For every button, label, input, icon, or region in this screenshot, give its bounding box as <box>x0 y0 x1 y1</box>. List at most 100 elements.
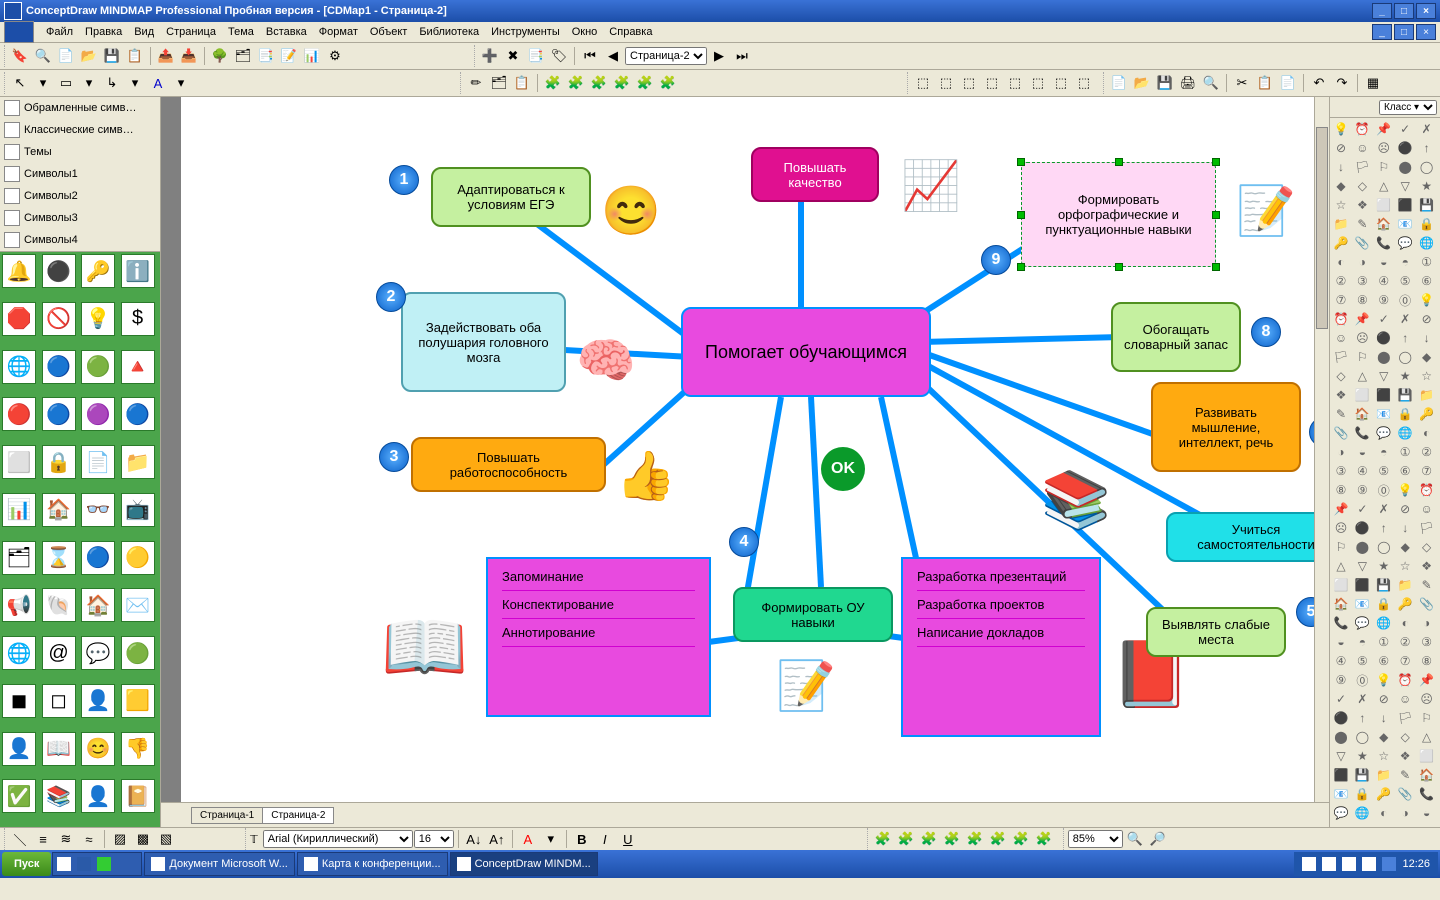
tb-save-icon[interactable]: 💾 <box>101 45 123 67</box>
tb2-b2-icon[interactable]: 🧩 <box>565 72 587 94</box>
node-9[interactable]: Формировать орфографические и пунктуацио… <box>1021 162 1216 267</box>
mini-icon[interactable]: ☺ <box>1353 139 1371 157</box>
tool-dropdown2-icon[interactable]: ▾ <box>78 72 100 94</box>
mini-icon[interactable]: 📌 <box>1353 310 1371 328</box>
bt-line1-icon[interactable]: ＼ <box>9 828 31 850</box>
mini-icon[interactable]: ◆ <box>1332 177 1350 195</box>
symbol-cell[interactable]: 📄 <box>81 445 115 479</box>
mini-icon[interactable]: ◇ <box>1332 367 1350 385</box>
tb2-align1-icon[interactable]: ⬚ <box>912 72 934 94</box>
mini-icon[interactable]: ② <box>1418 443 1436 461</box>
symbol-cell[interactable]: 🔵 <box>81 541 115 575</box>
symbol-cell[interactable]: 👤 <box>81 684 115 718</box>
tb-tree1-icon[interactable]: 🌳 <box>209 45 231 67</box>
node-center[interactable]: Помогает обучающимся <box>681 307 931 397</box>
mini-icon[interactable]: 📌 <box>1375 120 1393 138</box>
mini-icon[interactable]: ⑦ <box>1396 652 1414 670</box>
mini-icon[interactable]: 🌐 <box>1375 614 1393 632</box>
symbol-cell[interactable]: 🌐 <box>2 350 36 384</box>
tb-receive-icon[interactable]: 📥 <box>178 45 200 67</box>
mini-icon[interactable]: ⑤ <box>1375 462 1393 480</box>
node-7[interactable]: Развивать мышление, интеллект, речь <box>1151 382 1301 472</box>
minimize-button[interactable]: _ <box>1372 3 1392 19</box>
mini-icon[interactable]: ↑ <box>1396 329 1414 347</box>
bt-underline-icon[interactable]: U <box>617 828 639 850</box>
symbol-cell[interactable]: 🗂 <box>2 541 36 575</box>
mini-icon[interactable]: ◑ <box>1353 253 1371 271</box>
symbol-cell[interactable]: 🔵 <box>42 350 76 384</box>
tb2-undo-icon[interactable]: ↶ <box>1308 72 1330 94</box>
mini-icon[interactable]: ★ <box>1375 557 1393 575</box>
bt-g2-icon[interactable]: 🧩 <box>895 828 917 850</box>
symbol-cell[interactable]: 🔵 <box>42 397 76 431</box>
tray-icon-3[interactable] <box>1342 857 1356 871</box>
symbol-cell[interactable]: 👤 <box>2 732 36 766</box>
mini-icon[interactable]: ◆ <box>1396 538 1414 556</box>
mini-icon[interactable]: 🔒 <box>1375 595 1393 613</box>
mini-icon[interactable]: 🔑 <box>1396 595 1414 613</box>
page-tab-1[interactable]: Страница-1 <box>191 807 263 824</box>
node-quality[interactable]: Повышать качество <box>751 147 879 202</box>
mini-icon[interactable]: ⊘ <box>1375 690 1393 708</box>
mini-icon[interactable]: 🔑 <box>1418 405 1436 423</box>
mini-icon[interactable]: 💬 <box>1375 424 1393 442</box>
lib-item-classic[interactable]: Классические симв… <box>0 119 160 141</box>
tb2-c4-icon[interactable]: 🖨 <box>1177 72 1199 94</box>
mini-icon[interactable]: ⚐ <box>1332 538 1350 556</box>
mini-icon[interactable]: 🔒 <box>1418 215 1436 233</box>
mini-icon[interactable]: ✗ <box>1375 500 1393 518</box>
mini-icon[interactable]: ☆ <box>1418 367 1436 385</box>
tb2-align2-icon[interactable]: ⬚ <box>935 72 957 94</box>
mini-icon[interactable]: ① <box>1375 633 1393 651</box>
mini-icon[interactable]: ☆ <box>1375 747 1393 765</box>
page-selector[interactable]: Страница-2 <box>625 47 707 65</box>
task-item-word[interactable]: Документ Microsoft W... <box>144 852 294 876</box>
mini-icon[interactable]: ◯ <box>1418 158 1436 176</box>
node-4[interactable]: Формировать ОУ навыки <box>733 587 893 642</box>
class-selector[interactable]: Класс ▾ <box>1379 100 1437 115</box>
mini-icon[interactable]: ☺ <box>1332 329 1350 347</box>
symbol-cell[interactable]: ⌛ <box>42 541 76 575</box>
mini-icon[interactable]: ⬤ <box>1396 158 1414 176</box>
zoom-selector[interactable]: 85% <box>1068 830 1123 848</box>
mini-icon[interactable]: 📞 <box>1375 234 1393 252</box>
bt-line3-icon[interactable]: ≋ <box>55 828 77 850</box>
bt-italic-icon[interactable]: I <box>594 828 616 850</box>
mini-icon[interactable]: ❖ <box>1418 557 1436 575</box>
lib-item-symbols3[interactable]: Символы3 <box>0 207 160 229</box>
mini-icon[interactable]: ✗ <box>1418 120 1436 138</box>
mini-icon[interactable]: 📧 <box>1375 405 1393 423</box>
mini-icon[interactable]: 📞 <box>1332 614 1350 632</box>
mini-icon[interactable]: 📧 <box>1353 595 1371 613</box>
mini-icon[interactable]: ❖ <box>1353 196 1371 214</box>
tb-last-icon[interactable]: ⏭ <box>731 45 753 67</box>
mini-icon[interactable]: ↑ <box>1353 709 1371 727</box>
mini-icon[interactable]: ◐ <box>1396 614 1414 632</box>
lib-item-symbols4[interactable]: Символы4 <box>0 229 160 251</box>
mini-icon[interactable]: ☆ <box>1396 557 1414 575</box>
symbol-cell[interactable]: 📚 <box>42 779 76 813</box>
mini-icon[interactable]: ◑ <box>1418 614 1436 632</box>
symbol-cell[interactable]: $ <box>121 302 155 336</box>
mini-icon[interactable]: ⑧ <box>1332 481 1350 499</box>
bt-line2-icon[interactable]: ≡ <box>32 828 54 850</box>
tb2-align7-icon[interactable]: ⬚ <box>1050 72 1072 94</box>
mini-icon[interactable]: ⑧ <box>1353 291 1371 309</box>
menu-page[interactable]: Страница <box>160 24 222 40</box>
mini-icon[interactable]: ↑ <box>1418 139 1436 157</box>
mini-icon[interactable]: ⬜ <box>1418 747 1436 765</box>
mini-icon[interactable]: 📧 <box>1396 215 1414 233</box>
mini-icon[interactable]: 🏳 <box>1418 519 1436 537</box>
tb2-c3-icon[interactable]: 💾 <box>1154 72 1176 94</box>
mini-icon[interactable]: ◓ <box>1375 443 1393 461</box>
symbol-cell[interactable]: 🔔 <box>2 254 36 288</box>
mini-icon[interactable]: 💡 <box>1375 671 1393 689</box>
mini-icon[interactable]: 📎 <box>1332 424 1350 442</box>
doc-maximize-button[interactable]: □ <box>1394 24 1414 40</box>
mini-icon[interactable]: 💬 <box>1353 614 1371 632</box>
tb-flag-icon[interactable]: 🔖 <box>9 45 31 67</box>
mini-icon[interactable]: ☆ <box>1332 196 1350 214</box>
tb-outline-icon[interactable]: 📑 <box>255 45 277 67</box>
mini-icon[interactable]: ◓ <box>1353 633 1371 651</box>
tray-lang-icon[interactable] <box>1382 857 1396 871</box>
